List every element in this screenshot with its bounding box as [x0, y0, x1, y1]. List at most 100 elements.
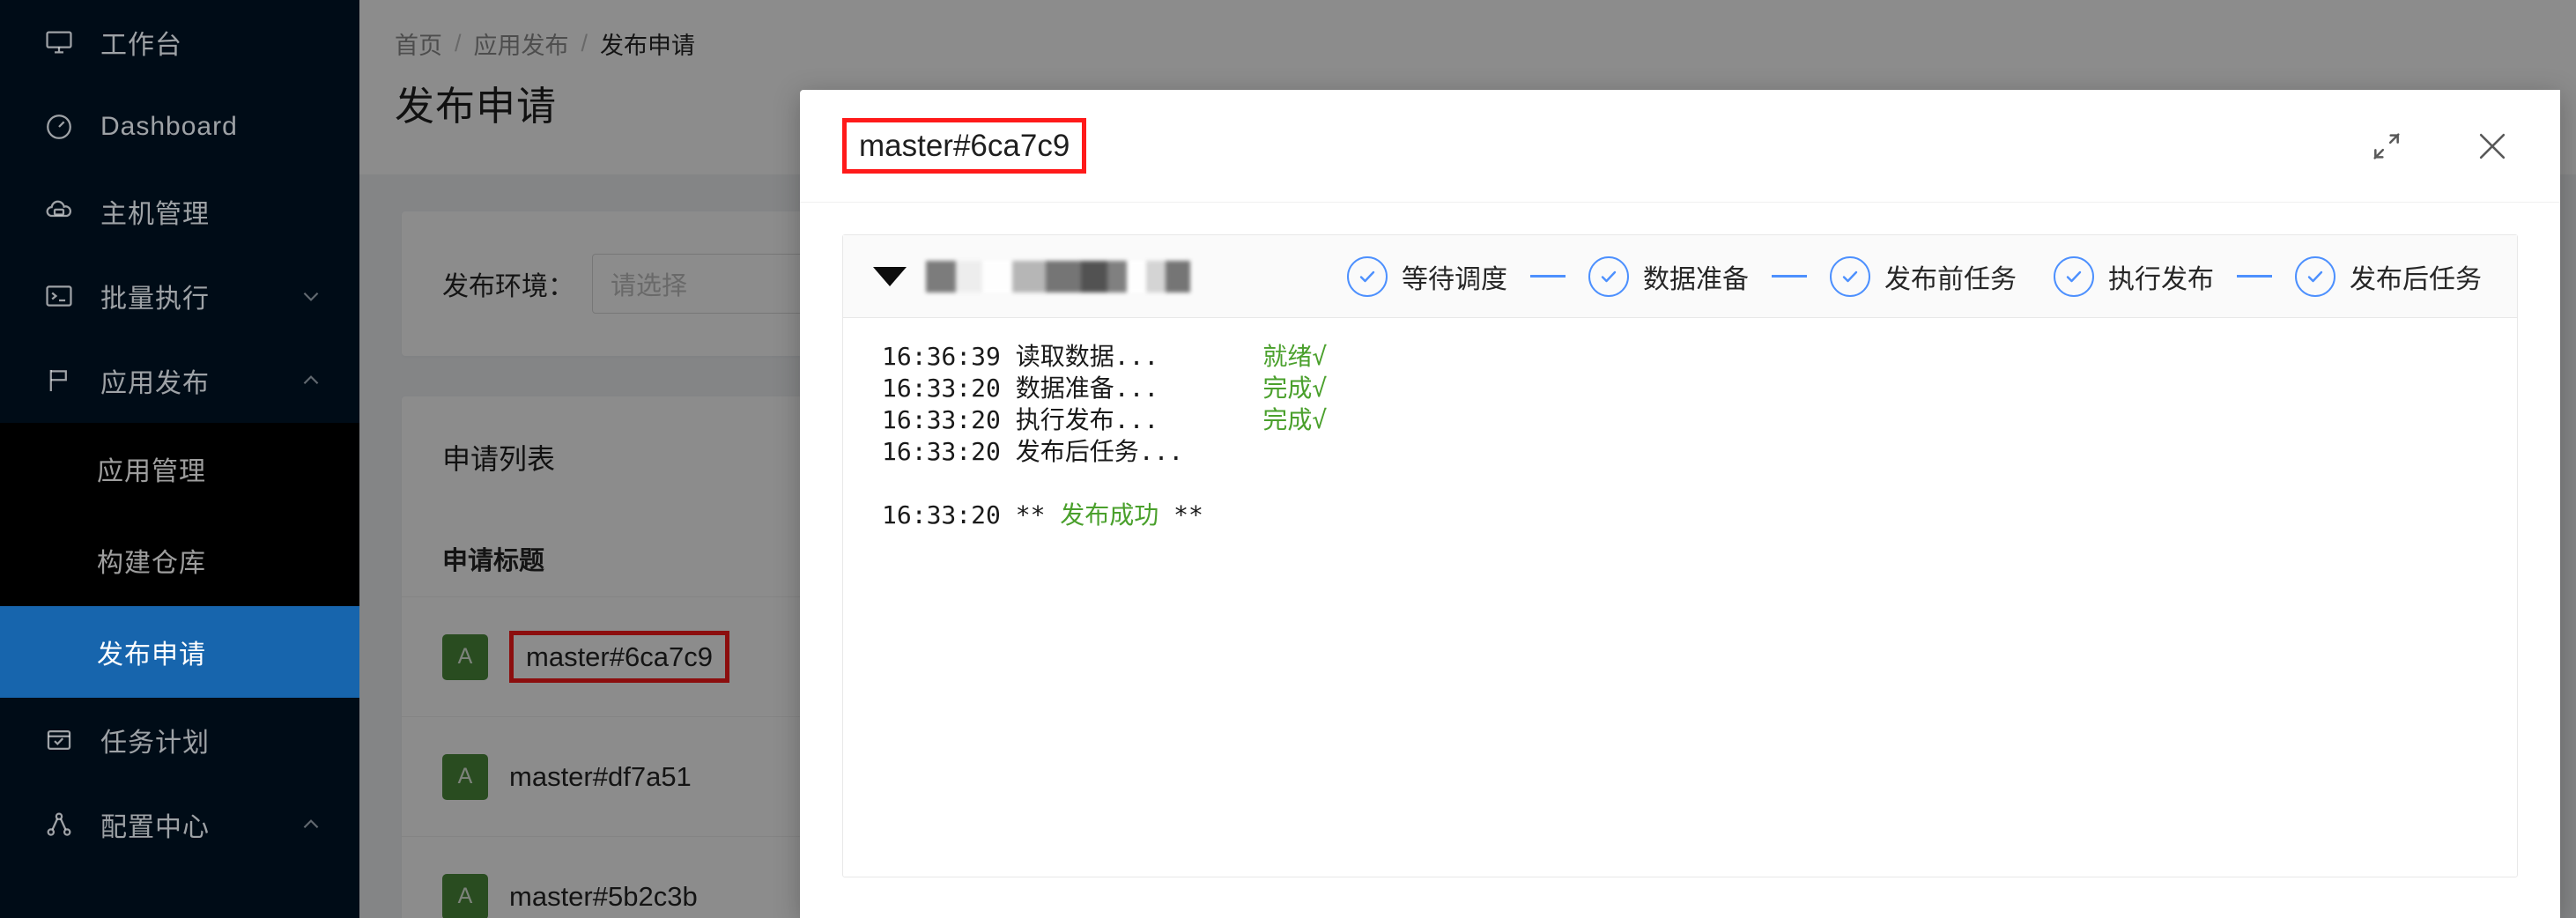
log-output[interactable]: 16:36:39 读取数据... 就绪√ 16:33:20 数据准备... 完成… [843, 318, 2517, 877]
log-status: 就绪√ [1262, 342, 1328, 371]
calendar-check-icon [41, 722, 78, 759]
breadcrumb-separator: / [581, 30, 588, 56]
request-title-link[interactable]: master#6ca7c9 [509, 631, 729, 683]
sidebar-item-label: 发布申请 [97, 640, 206, 670]
modal-actions [2366, 126, 2513, 167]
step-post-release-task: 发布后任务 [2295, 255, 2482, 297]
sidebar-item-label: 工作台 [100, 31, 182, 60]
step-label: 等待调度 [1402, 264, 1507, 294]
release-env-placeholder: 请选择 [611, 272, 688, 300]
sidebar-item-label: 应用发布 [100, 369, 210, 398]
status-badge: A [442, 753, 488, 800]
log-message: 读取数据... [1015, 342, 1159, 371]
log-timestamp: 16:36:39 [882, 342, 1001, 371]
check-circle-icon [2295, 255, 2335, 297]
step-connector [2237, 275, 2272, 278]
sidebar-item-build-repo[interactable]: 构建仓库 [0, 515, 359, 606]
release-steps: 等待调度 数据准备 发布前任务 执行发布 发布后任务 [1347, 255, 2482, 297]
page-title: 发布申请 [395, 84, 558, 129]
check-circle-icon [1830, 255, 1870, 297]
log-line: 16:36:39 读取数据... 就绪√ [882, 341, 2517, 373]
app-root: 工作台 Dashboard 主机管理 批量执行 应用发布 应用管理 构建仓库 发… [0, 0, 2576, 918]
sidebar-item-config-center[interactable]: 配置中心 [0, 782, 359, 867]
log-panel-header: 等待调度 数据准备 发布前任务 执行发布 发布后任务 [843, 235, 2517, 318]
breadcrumb-separator: / [455, 30, 462, 56]
step-wait-schedule: 等待调度 [1347, 255, 1507, 297]
log-line-result: 16:33:20 ** 发布成功 ** [882, 500, 2517, 531]
log-message: 执行发布... [1015, 405, 1159, 434]
sidebar-item-workbench[interactable]: 工作台 [0, 0, 359, 85]
column-header-title: 申请标题 [442, 546, 545, 575]
breadcrumb: 首页 / 应用发布 / 发布申请 [395, 26, 695, 61]
breadcrumb-item-release-request: 发布申请 [600, 33, 696, 59]
release-detail-modal: master#6ca7c9 等待调度 数据准备 发布前任务 执行发布 发布后任务… [800, 90, 2560, 918]
log-panel: 等待调度 数据准备 发布前任务 执行发布 发布后任务 16:36:39 读取数据… [842, 234, 2518, 877]
sidebar-item-host-management[interactable]: 主机管理 [0, 169, 359, 254]
chevron-up-icon[interactable] [300, 369, 322, 392]
log-message: 发布后任务... [1015, 437, 1184, 466]
redacted-host-label [926, 260, 1190, 292]
sidebar-item-label: 构建仓库 [97, 549, 206, 578]
close-icon[interactable] [2472, 126, 2513, 167]
log-timestamp: 16:33:20 [882, 500, 1001, 529]
release-env-label: 发布环境： [442, 272, 574, 301]
breadcrumb-item-app-release[interactable]: 应用发布 [474, 26, 569, 61]
dashboard-icon [41, 108, 78, 145]
request-title-link[interactable]: master#df7a51 [509, 761, 692, 793]
status-badge: A [442, 633, 488, 680]
log-timestamp: 16:33:20 [882, 437, 1001, 466]
log-status: 完成√ [1262, 405, 1328, 434]
log-spacer [882, 468, 2517, 500]
breadcrumb-item-home[interactable]: 首页 [395, 26, 442, 61]
sidebar-item-release-request[interactable]: 发布申请 [0, 606, 359, 698]
step-label: 执行发布 [2108, 264, 2214, 294]
step-execute-release: 执行发布 [2054, 255, 2214, 297]
log-message: 数据准备... [1015, 374, 1159, 403]
log-line: 16:33:20 发布后任务... [882, 436, 2517, 468]
request-title-link[interactable]: master#5b2c3b [509, 881, 698, 913]
log-timestamp: 16:33:20 [882, 374, 1001, 403]
step-label: 发布后任务 [2350, 264, 2482, 294]
log-line: 16:33:20 数据准备... 完成√ [882, 373, 2517, 404]
log-success-text: 发布成功 [1060, 500, 1159, 529]
step-connector [1772, 275, 1807, 278]
share-nodes-icon [41, 806, 78, 843]
log-timestamp: 16:33:20 [882, 405, 1001, 434]
sidebar-submenu-app-release: 应用管理 构建仓库 发布申请 [0, 423, 359, 698]
log-message-prefix: ** [1015, 500, 1061, 529]
shrink-icon[interactable] [2366, 126, 2407, 167]
sidebar-item-label: 任务计划 [100, 729, 210, 758]
step-connector [1530, 275, 1566, 278]
modal-header: master#6ca7c9 [800, 90, 2560, 203]
check-circle-icon [1347, 255, 1388, 297]
status-badge: A [442, 873, 488, 918]
flag-icon [41, 362, 78, 399]
terminal-icon [41, 278, 78, 315]
sidebar: 工作台 Dashboard 主机管理 批量执行 应用发布 应用管理 构建仓库 发… [0, 0, 359, 918]
sidebar-item-label: 主机管理 [100, 200, 210, 229]
sidebar-item-app-management[interactable]: 应用管理 [0, 423, 359, 515]
check-circle-icon [2054, 255, 2094, 297]
step-label: 数据准备 [1643, 264, 1749, 294]
sidebar-item-task-schedule[interactable]: 任务计划 [0, 698, 359, 782]
caret-down-icon[interactable] [873, 266, 907, 286]
modal-body: 等待调度 数据准备 发布前任务 执行发布 发布后任务 16:36:39 读取数据… [800, 203, 2560, 877]
sidebar-item-batch-exec[interactable]: 批量执行 [0, 254, 359, 338]
step-label: 发布前任务 [1884, 264, 2017, 294]
log-message-suffix: ** [1158, 500, 1203, 529]
sidebar-item-label: Dashboard [100, 112, 238, 141]
sidebar-item-label: 批量执行 [100, 285, 210, 314]
log-line: 16:33:20 执行发布... 完成√ [882, 404, 2517, 436]
sidebar-item-label: 应用管理 [97, 457, 206, 486]
log-status: 完成√ [1262, 374, 1328, 403]
monitor-icon [41, 24, 78, 61]
sidebar-item-label: 配置中心 [100, 813, 210, 842]
step-pre-release-task: 发布前任务 [1830, 255, 2017, 297]
sidebar-item-app-release[interactable]: 应用发布 [0, 338, 359, 423]
chevron-down-icon[interactable] [300, 285, 322, 307]
chevron-up-icon[interactable] [300, 813, 322, 836]
modal-title: master#6ca7c9 [842, 118, 1087, 174]
cloud-server-icon [41, 193, 78, 230]
sidebar-item-dashboard[interactable]: Dashboard [0, 85, 359, 169]
step-data-prepare: 数据准备 [1588, 255, 1749, 297]
